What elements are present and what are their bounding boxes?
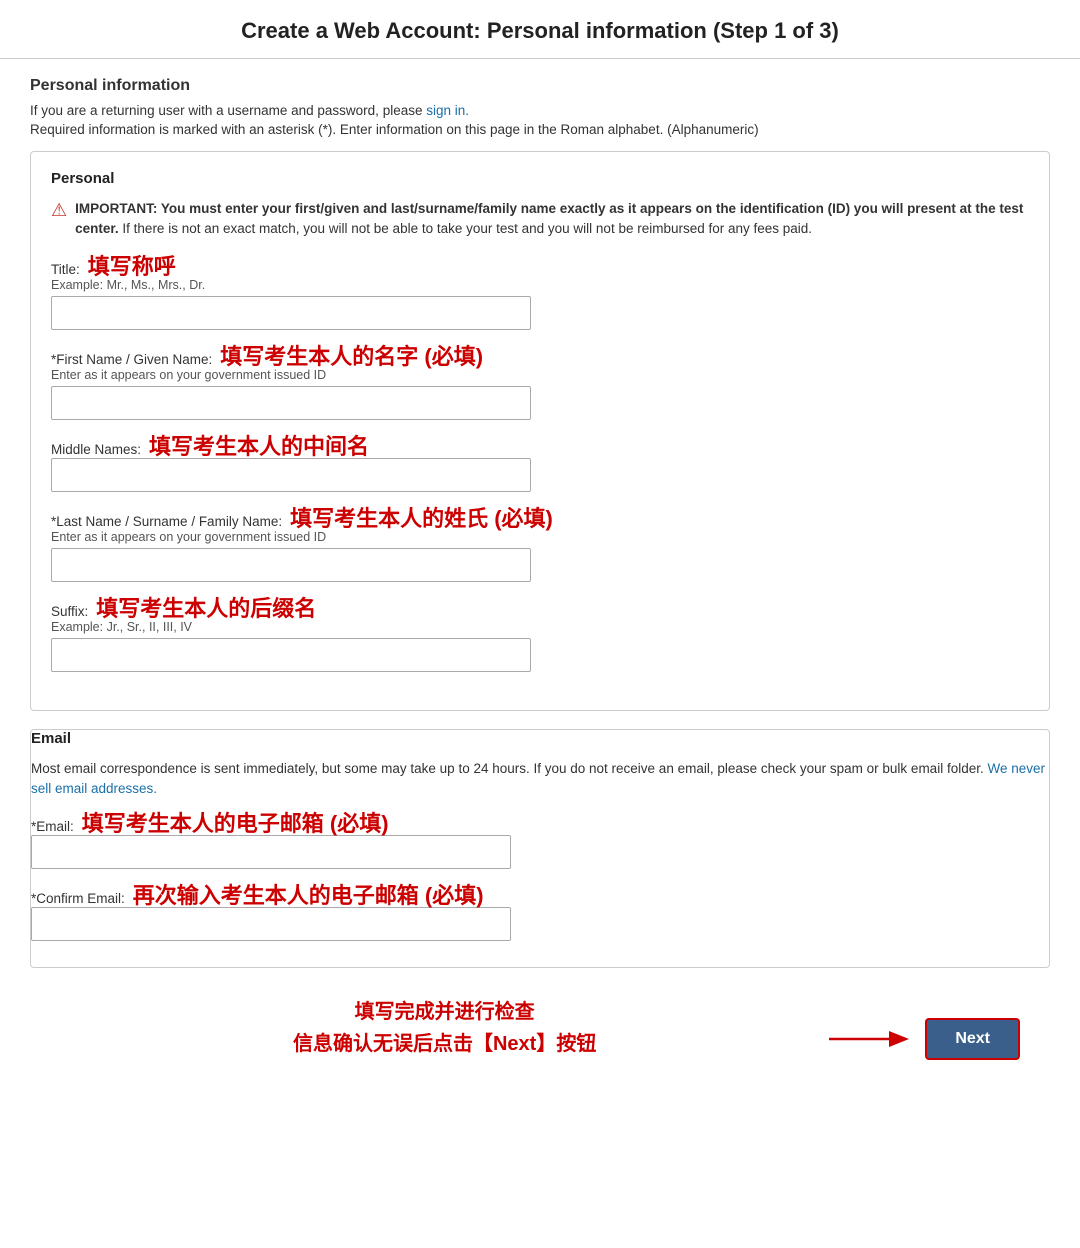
suffix-annotation: 填写考生本人的后缀名 — [96, 598, 316, 620]
confirm-email-group: *Confirm Email: 再次输入考生本人的电子邮箱 (必填) — [31, 885, 1049, 941]
returning-user-text: If you are a returning user with a usern… — [30, 103, 1050, 118]
middle-name-label: Middle Names: — [51, 442, 141, 457]
confirm-email-label: *Confirm Email: — [31, 891, 125, 906]
bottom-section: 填写完成并进行检查 信息确认无误后点击【Next】按钮 Next — [30, 986, 1050, 1080]
middle-name-group: Middle Names: 填写考生本人的中间名 — [51, 436, 1029, 492]
important-text: IMPORTANT: You must enter your first/giv… — [75, 199, 1029, 240]
personal-card-title: Personal — [51, 170, 1029, 187]
page-header: Create a Web Account: Personal informati… — [0, 0, 1080, 59]
suffix-sublabel: Example: Jr., Sr., II, III, IV — [51, 620, 1029, 634]
next-button[interactable]: Next — [925, 1018, 1020, 1060]
email-label: *Email: — [31, 819, 74, 834]
personal-info-section-title: Personal information — [30, 77, 1050, 95]
middle-name-input[interactable] — [51, 458, 531, 492]
instruction-line1: 填写完成并进行检查 — [60, 996, 829, 1028]
email-card: Email Most email correspondence is sent … — [30, 729, 1050, 969]
title-label: Title: — [51, 262, 80, 277]
required-info-text: Required information is marked with an a… — [30, 122, 1050, 137]
arrow-icon — [829, 1019, 909, 1059]
sign-in-link[interactable]: sign in. — [426, 103, 469, 118]
first-name-group: *First Name / Given Name: 填写考生本人的名字 (必填)… — [51, 346, 1029, 420]
last-name-input[interactable] — [51, 548, 531, 582]
warning-icon: ⚠ — [51, 200, 67, 221]
personal-card: Personal ⚠ IMPORTANT: You must enter you… — [30, 151, 1050, 711]
confirm-email-input[interactable] — [31, 907, 511, 941]
email-annotation: 填写考生本人的电子邮箱 (必填) — [82, 813, 389, 835]
confirm-email-annotation: 再次输入考生本人的电子邮箱 (必填) — [133, 885, 484, 907]
email-group: *Email: 填写考生本人的电子邮箱 (必填) — [31, 813, 1049, 869]
arrow-and-button: Next — [829, 1018, 1020, 1060]
bottom-instruction-block: 填写完成并进行检查 信息确认无误后点击【Next】按钮 — [60, 996, 829, 1060]
instruction-line2: 信息确认无误后点击【Next】按钮 — [60, 1028, 829, 1060]
email-input[interactable] — [31, 835, 511, 869]
important-notice: ⚠ IMPORTANT: You must enter your first/g… — [51, 199, 1029, 240]
title-group: Title: 填写称呼 Example: Mr., Ms., Mrs., Dr. — [51, 256, 1029, 330]
last-name-group: *Last Name / Surname / Family Name: 填写考生… — [51, 508, 1029, 582]
middle-name-annotation: 填写考生本人的中间名 — [149, 436, 369, 458]
email-desc: Most email correspondence is sent immedi… — [31, 759, 1049, 800]
suffix-label: Suffix: — [51, 604, 88, 619]
page-content: Personal information If you are a return… — [0, 59, 1080, 1098]
last-name-sublabel: Enter as it appears on your government i… — [51, 530, 1029, 544]
first-name-sublabel: Enter as it appears on your government i… — [51, 368, 1029, 382]
page-title: Create a Web Account: Personal informati… — [20, 18, 1060, 44]
first-name-input[interactable] — [51, 386, 531, 420]
last-name-label: *Last Name / Surname / Family Name: — [51, 514, 282, 529]
first-name-annotation: 填写考生本人的名字 (必填) — [220, 346, 483, 368]
suffix-input[interactable] — [51, 638, 531, 672]
email-section-title: Email — [31, 730, 1049, 747]
first-name-label: *First Name / Given Name: — [51, 352, 212, 367]
last-name-annotation: 填写考生本人的姓氏 (必填) — [290, 508, 553, 530]
suffix-group: Suffix: 填写考生本人的后缀名 Example: Jr., Sr., II… — [51, 598, 1029, 672]
title-input[interactable] — [51, 296, 531, 330]
title-annotation: 填写称呼 — [88, 256, 176, 278]
title-sublabel: Example: Mr., Ms., Mrs., Dr. — [51, 278, 1029, 292]
